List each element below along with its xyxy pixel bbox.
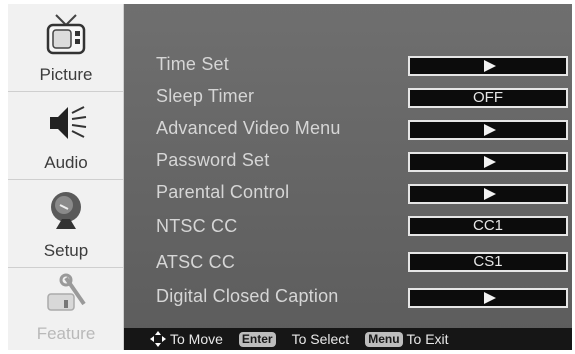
speaker-icon xyxy=(50,106,87,139)
menu-row-label: Parental Control xyxy=(156,182,290,202)
menu-row-time-set[interactable]: Time Set xyxy=(124,50,572,82)
menu-row-value-box[interactable]: OFF xyxy=(408,88,568,108)
menu-row-password-set[interactable]: Password Set xyxy=(124,146,572,178)
arrow-right-icon xyxy=(484,60,496,72)
sidebar-item-audio[interactable]: Audio xyxy=(8,92,124,180)
setup-menu-panel: Time Set Sleep Timer OFF Advanced Video … xyxy=(124,4,572,350)
menu-row-label: Sleep Timer xyxy=(156,86,255,106)
enter-key-badge: Enter xyxy=(238,331,276,347)
sidebar-item-label: Audio xyxy=(44,153,88,172)
menu-row-label: Advanced Video Menu xyxy=(156,118,341,138)
menu-row-label: NTSC CC xyxy=(156,216,238,236)
menu-row-value-box[interactable] xyxy=(408,184,568,204)
sidebar-item-label: Picture xyxy=(39,65,93,84)
sidebar-item-label: Feature xyxy=(36,324,96,343)
arrow-right-icon xyxy=(484,188,496,200)
sidebar-item-setup[interactable]: Setup xyxy=(8,180,124,268)
sidebar-item-picture[interactable]: Picture xyxy=(8,4,124,92)
menu-row-label: Time Set xyxy=(156,54,229,74)
satellite-dish-icon xyxy=(51,192,81,229)
menu-row-value-box[interactable] xyxy=(408,120,568,140)
category-sidebar: Picture Audio Setup Feature xyxy=(8,4,124,350)
menu-row-advanced-video-menu[interactable]: Advanced Video Menu xyxy=(124,114,572,146)
menu-row-value-box[interactable] xyxy=(408,288,568,308)
arrow-right-icon xyxy=(484,292,496,304)
arrow-right-icon xyxy=(484,124,496,136)
help-select-text: To Select xyxy=(291,331,350,347)
menu-row-label: Digital Closed Caption xyxy=(156,286,339,306)
arrow-right-icon xyxy=(484,156,496,168)
dpad-arrows-icon xyxy=(150,331,166,347)
menu-row-label: ATSC CC xyxy=(156,252,236,272)
menu-row-value-box[interactable]: CS1 xyxy=(408,252,568,272)
menu-row-value-box[interactable] xyxy=(408,56,568,76)
tv-icon xyxy=(46,14,86,55)
menu-row-sleep-timer[interactable]: Sleep Timer OFF xyxy=(124,82,572,114)
menu-row-parental-control[interactable]: Parental Control xyxy=(124,178,572,210)
menu-row-atsc-cc[interactable]: ATSC CC CS1 xyxy=(124,248,572,280)
menu-row-digital-closed-caption[interactable]: Digital Closed Caption xyxy=(124,282,572,314)
help-bar: To Move Enter To Select Menu To Exit xyxy=(124,328,572,350)
help-exit-text: To Exit xyxy=(406,331,449,347)
tools-icon xyxy=(47,273,86,311)
menu-row-value-box[interactable]: CC1 xyxy=(408,216,568,236)
menu-row-label: Password Set xyxy=(156,150,270,170)
sidebar-item-label: Setup xyxy=(43,241,89,260)
help-move-text: To Move xyxy=(170,331,223,347)
menu-row-value-box[interactable] xyxy=(408,152,568,172)
sidebar-item-feature[interactable]: Feature xyxy=(8,268,124,350)
menu-row-ntsc-cc[interactable]: NTSC CC CC1 xyxy=(124,212,572,244)
menu-key-badge: Menu xyxy=(365,331,403,347)
